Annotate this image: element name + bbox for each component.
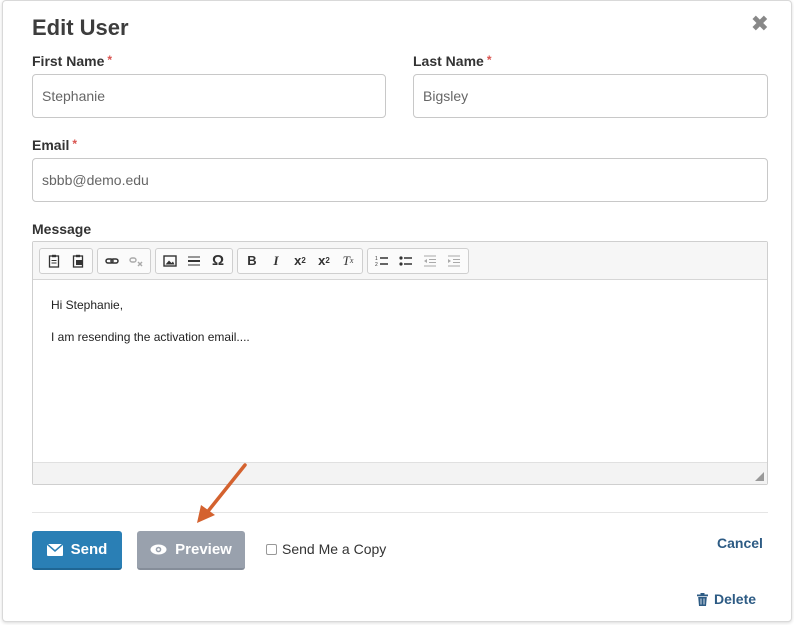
- unlink-icon[interactable]: [124, 249, 148, 273]
- required-marker: *: [486, 53, 492, 67]
- message-line: Hi Stephanie,: [51, 298, 124, 312]
- toolbar-group-insert: Ω: [155, 247, 233, 274]
- trash-icon: [697, 592, 708, 606]
- indent-icon[interactable]: [442, 249, 466, 273]
- paste-icon[interactable]: [42, 249, 66, 273]
- remove-format-icon[interactable]: Tx: [336, 249, 360, 273]
- bold-icon[interactable]: B: [240, 249, 264, 273]
- toolbar-group-lists: 12: [367, 247, 469, 274]
- last-name-label-text: Last Name: [413, 53, 484, 69]
- paste-text-icon[interactable]: [66, 249, 90, 273]
- email-label-text: Email: [32, 137, 70, 153]
- close-icon[interactable]: ✖: [751, 11, 769, 37]
- editor-content[interactable]: Hi Stephanie, I am resending the activat…: [33, 280, 767, 462]
- edit-user-dialog: Edit User ✖ First Name* Last Name* Email…: [2, 0, 792, 622]
- toolbar-group-clipboard: [39, 247, 93, 274]
- delete-label: Delete: [714, 591, 757, 607]
- eye-icon: [150, 544, 167, 555]
- last-name-field[interactable]: [413, 74, 768, 118]
- editor-toolbar: Ω B I x2 x2 Tx 12: [33, 242, 767, 280]
- email-field[interactable]: [32, 158, 768, 202]
- italic-icon[interactable]: I: [264, 249, 288, 273]
- first-name-label: First Name *: [32, 53, 112, 69]
- send-copy-checkbox[interactable]: [266, 543, 277, 555]
- cancel-link[interactable]: Cancel: [717, 535, 763, 551]
- horizontal-line-icon[interactable]: [182, 249, 206, 273]
- message-label: Message: [32, 221, 92, 237]
- toolbar-group-links: [97, 247, 151, 274]
- send-copy-label: Send Me a Copy: [282, 541, 387, 557]
- send-button[interactable]: Send: [32, 531, 122, 570]
- divider: [32, 512, 768, 513]
- delete-link[interactable]: Delete: [697, 591, 756, 607]
- editor-statusbar: [33, 462, 767, 484]
- preview-button[interactable]: Preview: [137, 531, 245, 570]
- send-label: Send: [70, 541, 108, 558]
- last-name-label: Last Name *: [413, 53, 491, 69]
- preview-label: Preview: [175, 541, 232, 558]
- dialog-title: Edit User: [32, 15, 129, 40]
- envelope-icon: [46, 543, 63, 556]
- numbered-list-icon[interactable]: 12: [370, 249, 394, 273]
- bullet-list-icon[interactable]: [394, 249, 418, 273]
- first-name-label-text: First Name: [32, 53, 105, 69]
- send-copy-option[interactable]: Send Me a Copy: [266, 541, 386, 557]
- message-line: I am resending the activation email....: [51, 330, 250, 344]
- outdent-icon[interactable]: [418, 249, 442, 273]
- svg-text:2: 2: [375, 262, 378, 268]
- required-marker: *: [107, 53, 113, 67]
- superscript-icon[interactable]: x2: [312, 249, 336, 273]
- subscript-icon[interactable]: x2: [288, 249, 312, 273]
- toolbar-group-format: B I x2 x2 Tx: [237, 247, 363, 274]
- required-marker: *: [72, 137, 78, 151]
- first-name-field[interactable]: [32, 74, 386, 118]
- message-editor[interactable]: Ω B I x2 x2 Tx 12 Hi Stephanie, I am res…: [32, 241, 768, 485]
- annotation-arrow-icon: [197, 463, 247, 523]
- email-label: Email *: [32, 137, 77, 153]
- link-icon[interactable]: [100, 249, 124, 273]
- special-char-icon[interactable]: Ω: [206, 249, 230, 273]
- resize-handle-icon[interactable]: [755, 472, 764, 481]
- image-icon[interactable]: [158, 249, 182, 273]
